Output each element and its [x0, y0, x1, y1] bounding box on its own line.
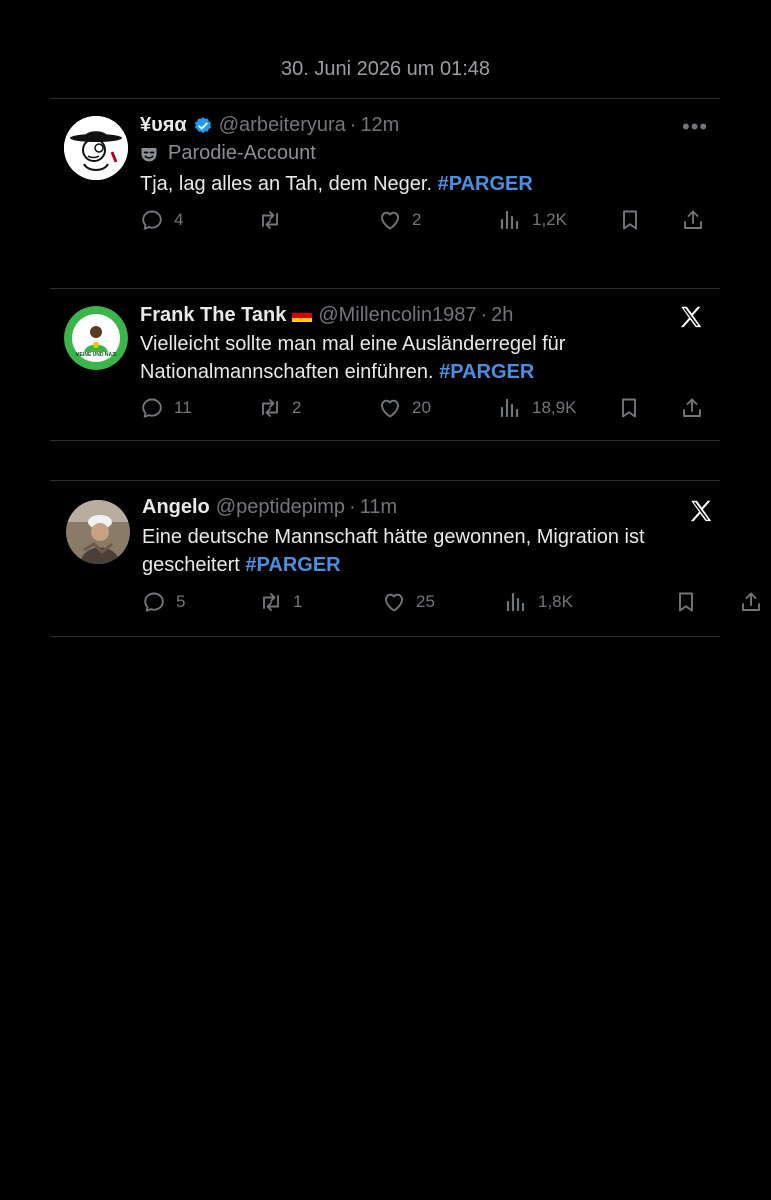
reply-count: 5 [176, 592, 186, 611]
like-icon [382, 590, 406, 614]
reply-button[interactable]: 5 [142, 590, 185, 614]
views-button[interactable]: 1,8K [504, 590, 573, 614]
germany-flag-icon [292, 309, 313, 322]
views-button[interactable]: 1,2K [498, 208, 567, 232]
bookmark-icon [674, 590, 698, 614]
retweet-count: 2 [292, 398, 302, 417]
retweet-count: 1 [293, 592, 303, 611]
retweet-icon [258, 396, 282, 420]
action-bar: 11 2 20 18,9K [140, 396, 720, 420]
like-count: 25 [416, 592, 435, 611]
bookmark-icon [617, 396, 641, 420]
reply-button[interactable]: 11 [140, 396, 192, 420]
reply-button[interactable]: 4 [140, 208, 183, 232]
retweet-button[interactable]: 2 [258, 396, 301, 420]
post-time[interactable]: 2h [491, 304, 513, 327]
avatar-text: MEINE UND NAZI [75, 352, 117, 358]
hashtag-link[interactable]: #PARGER [245, 554, 340, 576]
like-icon [378, 396, 402, 420]
views-icon [498, 396, 522, 420]
share-button[interactable] [681, 208, 715, 232]
like-button[interactable]: 25 [382, 590, 435, 614]
share-button[interactable] [680, 396, 714, 420]
reply-icon [142, 590, 166, 614]
tweet-card-3[interactable]: Angelo @peptidepimp · 11m Eine deutsche … [50, 480, 720, 636]
bookmark-button[interactable] [618, 208, 652, 232]
share-icon [681, 208, 705, 232]
share-icon [739, 590, 763, 614]
tweet-text: Eine deutsche Mannschaft hätte gewonnen,… [142, 523, 712, 579]
avatar[interactable] [64, 116, 128, 180]
reply-count: 4 [174, 210, 184, 229]
reply-count: 11 [174, 398, 192, 417]
tweet-card-1[interactable]: ¥υяα @arbeiteryura · 12m ••• Parodie-Acc… [50, 98, 720, 288]
divider [50, 440, 720, 441]
like-icon [378, 208, 402, 232]
views-button[interactable]: 18,9K [498, 396, 576, 420]
tweet-text: Vielleicht sollte man mal eine Ausländer… [140, 330, 660, 386]
bookmark-button[interactable] [674, 590, 708, 614]
avatar[interactable] [66, 500, 130, 564]
x-logo-icon[interactable] [688, 498, 714, 524]
x-logo-icon[interactable] [678, 304, 704, 330]
bookmark-icon [618, 208, 642, 232]
post-time[interactable]: 11m [360, 496, 397, 519]
action-bar: 5 1 25 1,8K [142, 590, 722, 614]
hashtag-link[interactable]: #PARGER [439, 361, 534, 383]
separator: · [349, 114, 357, 136]
parody-label: Parodie-Account [140, 142, 316, 165]
tweet-card-2[interactable]: MEINE UND NAZI Frank The Tank @Millencol… [50, 288, 720, 440]
display-name[interactable]: Angelo [142, 496, 210, 519]
post-time[interactable]: 12m [360, 114, 399, 137]
view-count: 1,8K [538, 592, 573, 611]
retweet-button[interactable]: 1 [259, 590, 302, 614]
handle[interactable]: @peptidepimp [216, 496, 345, 519]
tweet-text-body: Eine deutsche Mannschaft hätte gewonnen,… [142, 526, 645, 576]
tweet-text-body: Tja, lag alles an Tah, dem Neger. [140, 173, 433, 195]
avatar[interactable]: MEINE UND NAZI [64, 306, 128, 370]
views-icon [498, 208, 522, 232]
view-count: 18,9K [532, 398, 577, 417]
thread-timestamp: 30. Juni 2026 um 01:48 [280, 58, 491, 80]
display-name[interactable]: Frank The Tank [140, 304, 286, 327]
retweet-button[interactable] [258, 208, 292, 232]
divider [50, 636, 720, 637]
like-count: 2 [412, 210, 422, 229]
views-icon [504, 590, 528, 614]
parody-label-text: Parodie-Account [168, 142, 316, 164]
like-button[interactable]: 2 [378, 208, 421, 232]
handle[interactable]: @arbeiteryura [219, 114, 346, 137]
bookmark-button[interactable] [617, 396, 651, 420]
more-icon[interactable]: ••• [682, 114, 708, 140]
separator: · [480, 304, 488, 326]
handle[interactable]: @Millencolin1987 [318, 304, 476, 327]
tweet-text: Tja, lag alles an Tah, dem Neger. #PARGE… [140, 170, 710, 198]
reply-icon [140, 396, 164, 420]
reply-icon [140, 208, 164, 232]
hashtag-link[interactable]: #PARGER [438, 173, 533, 195]
parody-mask-icon [141, 147, 157, 161]
share-icon [680, 396, 704, 420]
retweet-icon [259, 590, 283, 614]
like-count: 20 [412, 398, 431, 417]
share-button[interactable] [739, 590, 771, 614]
separator: · [349, 496, 356, 518]
view-count: 1,2K [532, 210, 567, 229]
verified-badge-icon [194, 116, 211, 133]
like-button[interactable]: 20 [378, 396, 431, 420]
retweet-icon [258, 208, 282, 232]
action-bar: 4 2 1,2K [140, 208, 720, 232]
display-name[interactable]: ¥υяα [140, 114, 187, 137]
